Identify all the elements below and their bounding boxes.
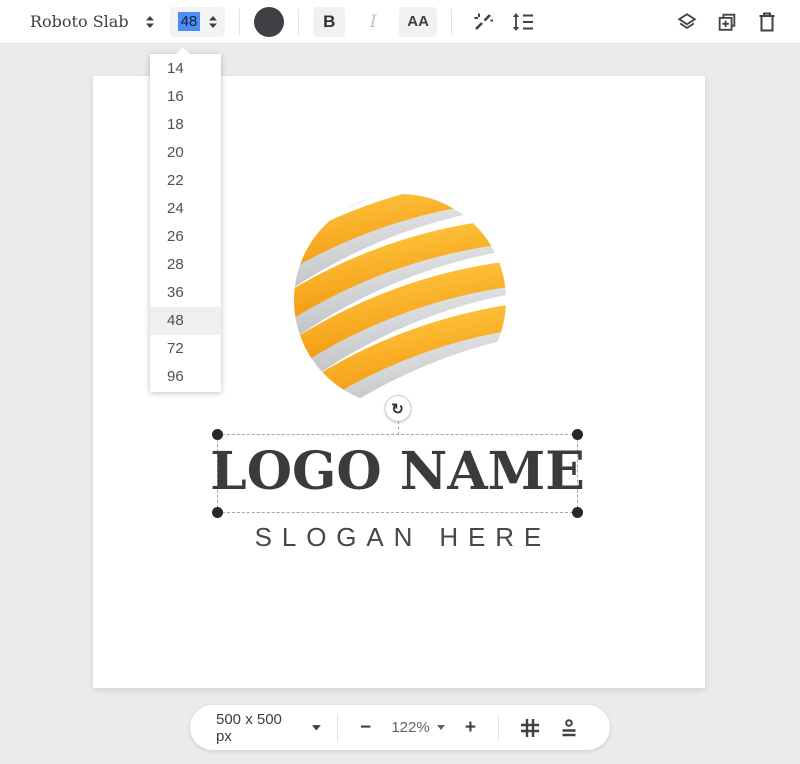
zoom-in-button[interactable]: + bbox=[459, 717, 483, 739]
font-size-option[interactable]: 28 bbox=[150, 251, 221, 279]
font-size-option[interactable]: 96 bbox=[150, 363, 221, 391]
resize-handle-bottom-right[interactable] bbox=[572, 507, 583, 518]
dropdown-arrow-icon bbox=[437, 725, 445, 730]
trash-icon bbox=[757, 11, 777, 33]
resize-handle-bottom-left[interactable] bbox=[212, 507, 223, 518]
logo-slogan-text[interactable]: SLOGAN HERE bbox=[93, 522, 705, 553]
bottom-zoom-bar: 500 x 500 px − 122% + bbox=[190, 705, 610, 750]
font-size-option[interactable]: 16 bbox=[150, 83, 221, 111]
italic-button[interactable]: I bbox=[357, 7, 389, 37]
bottom-bar-divider bbox=[498, 714, 499, 742]
unfold-more-icon bbox=[145, 15, 155, 29]
dropdown-caret bbox=[175, 47, 191, 55]
font-size-dropdown: 141618202224262836487296 bbox=[150, 54, 221, 392]
bold-button[interactable]: B bbox=[313, 7, 345, 37]
font-size-option[interactable]: 48 bbox=[150, 307, 221, 335]
font-size-option[interactable]: 18 bbox=[150, 111, 221, 139]
zoom-level-select[interactable]: 122% bbox=[391, 719, 444, 736]
font-size-option[interactable]: 14 bbox=[150, 55, 221, 83]
font-size-option[interactable]: 26 bbox=[150, 223, 221, 251]
font-size-option[interactable]: 72 bbox=[150, 335, 221, 363]
font-size-option[interactable]: 36 bbox=[150, 279, 221, 307]
rotate-handle[interactable]: ↻ bbox=[384, 395, 411, 422]
font-size-option[interactable]: 24 bbox=[150, 195, 221, 223]
top-toolbar: Roboto Slab 48 B I AA bbox=[0, 0, 800, 44]
font-size-option[interactable]: 20 bbox=[150, 139, 221, 167]
uppercase-button[interactable]: AA bbox=[399, 7, 437, 37]
font-size-input[interactable]: 48 bbox=[170, 7, 226, 37]
unfold-more-icon[interactable] bbox=[208, 15, 218, 29]
magic-wand-button[interactable] bbox=[466, 5, 500, 39]
canvas-size-value: 500 x 500 px bbox=[216, 711, 300, 745]
zoom-out-button[interactable]: − bbox=[354, 717, 378, 739]
rotate-icon: ↻ bbox=[391, 400, 404, 418]
text-selection-box[interactable]: ↻ LOGO NAME bbox=[217, 434, 578, 513]
line-spacing-button[interactable] bbox=[506, 5, 540, 39]
logo-title-text[interactable]: LOGO NAME bbox=[210, 441, 585, 506]
grid-icon bbox=[519, 717, 541, 739]
rotate-connector-line bbox=[398, 421, 399, 435]
canvas-size-select[interactable]: 500 x 500 px bbox=[216, 711, 321, 745]
bold-label: B bbox=[323, 12, 335, 32]
italic-label: I bbox=[370, 12, 377, 32]
resize-handle-top-right[interactable] bbox=[572, 429, 583, 440]
font-size-value: 48 bbox=[178, 12, 201, 31]
magic-wand-icon bbox=[472, 11, 494, 33]
font-size-option[interactable]: 22 bbox=[150, 167, 221, 195]
grid-toggle-button[interactable] bbox=[515, 713, 544, 743]
font-family-select[interactable]: Roboto Slab bbox=[30, 12, 155, 31]
logo-sphere-image[interactable] bbox=[290, 190, 510, 410]
toolbar-right-group bbox=[670, 5, 784, 39]
duplicate-icon bbox=[716, 11, 738, 33]
baseline-icon bbox=[558, 717, 580, 739]
delete-button[interactable] bbox=[750, 5, 784, 39]
toolbar-divider bbox=[451, 9, 452, 35]
dropdown-arrow-icon bbox=[312, 725, 321, 731]
font-family-value: Roboto Slab bbox=[30, 12, 129, 31]
uppercase-label: AA bbox=[407, 13, 429, 30]
zoom-level-value: 122% bbox=[391, 719, 429, 736]
duplicate-button[interactable] bbox=[710, 5, 744, 39]
line-spacing-icon bbox=[511, 13, 535, 31]
baseline-position-button[interactable] bbox=[555, 713, 584, 743]
layers-icon bbox=[676, 11, 698, 33]
resize-handle-top-left[interactable] bbox=[212, 429, 223, 440]
toolbar-divider bbox=[239, 9, 240, 35]
text-color-swatch[interactable] bbox=[254, 7, 284, 37]
layers-button[interactable] bbox=[670, 5, 704, 39]
toolbar-divider bbox=[298, 9, 299, 35]
bottom-bar-divider bbox=[337, 714, 338, 742]
